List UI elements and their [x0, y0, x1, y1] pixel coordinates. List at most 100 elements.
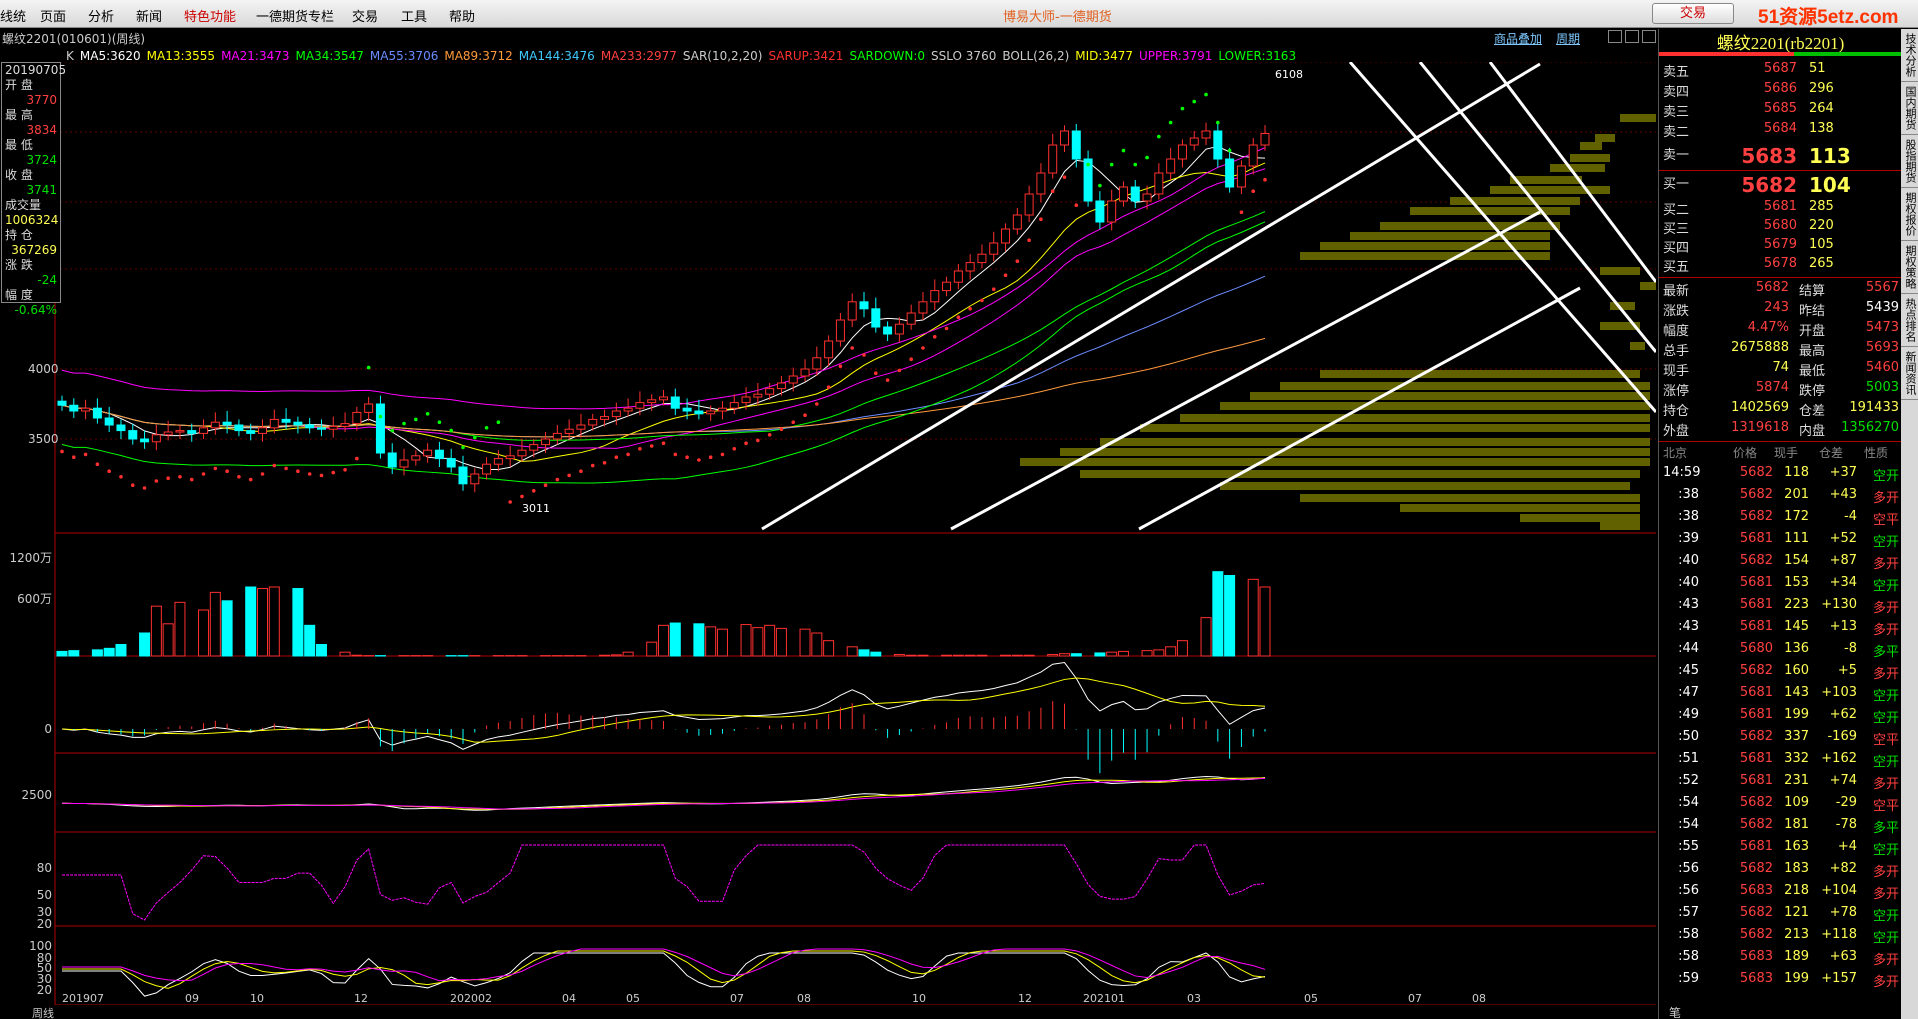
tick-row: :56 5683 218 +104 多开: [1659, 883, 1902, 905]
tick-time: :55: [1678, 839, 1699, 854]
menu-analysis[interactable]: 分析: [88, 6, 114, 25]
sar-dot: [1239, 210, 1244, 214]
menu-column[interactable]: 一德期货专栏: [256, 6, 334, 25]
x-tick-label: 03: [1187, 992, 1201, 1005]
x-tick-label: 05: [1304, 992, 1318, 1005]
bid-row: 买五 5678 265: [1659, 256, 1902, 276]
tick-volume: 201: [1784, 487, 1809, 502]
tick-oi-change: +62: [1829, 707, 1857, 722]
minimize-icon[interactable]: [1608, 30, 1622, 43]
bar-info-box: 20190705 开 盘 3770 最 高 3834 最 低 3724 收 盘 3741 成交量…: [1, 62, 66, 317]
tick-time: :58: [1678, 949, 1699, 964]
candle-body: [1036, 172, 1046, 195]
volume-bar: [823, 640, 835, 657]
tick-row: :40 5681 153 +34 空开: [1659, 575, 1902, 597]
stat-value: 5439: [1865, 300, 1899, 315]
candle-body: [163, 431, 173, 436]
tick-nature: 多平: [1872, 821, 1899, 836]
volume-bar: [209, 591, 221, 657]
sar-dot: [885, 378, 890, 383]
tick-volume: 163: [1784, 839, 1809, 854]
tick-row: :51 5681 332 +162 空开: [1659, 751, 1902, 773]
bid-volume: 220: [1809, 218, 1834, 233]
tick-time: 14:59: [1663, 465, 1701, 480]
candle-body: [706, 410, 716, 415]
tick-oi-change: +162: [1821, 751, 1857, 766]
tick-nature: 空开: [1872, 931, 1899, 946]
bid-price: 5679: [1763, 237, 1797, 252]
trade-button[interactable]: 交易: [1652, 3, 1734, 24]
sar-dot: [1003, 273, 1008, 277]
candle-body: [977, 253, 987, 264]
side-tab[interactable]: 期权策略: [1901, 241, 1918, 294]
menu-help[interactable]: 帮助: [449, 6, 475, 25]
tick-price: 5683: [1739, 949, 1773, 964]
ask-label: 卖三: [1663, 105, 1690, 120]
side-tab[interactable]: 热点排名: [1901, 294, 1918, 347]
menu-tools[interactable]: 工具: [401, 6, 427, 25]
side-tab[interactable]: 期权报价: [1901, 188, 1918, 241]
sar-dot: [1121, 148, 1126, 153]
sar-dot: [1168, 120, 1173, 125]
window-buttons: [1608, 30, 1659, 46]
tick-nature: 多开: [1872, 975, 1899, 990]
volume-profile-bar: [1300, 252, 1550, 260]
candle-body: [470, 473, 480, 485]
candle-body: [1189, 137, 1199, 146]
stat-value: 5682: [1755, 280, 1789, 295]
tick-volume: 153: [1784, 575, 1809, 590]
info-label: 开 盘: [5, 78, 33, 92]
candle-body: [611, 410, 621, 418]
close-icon[interactable]: [1642, 30, 1656, 43]
sar-dot: [237, 475, 241, 479]
tick-row: :59 5683 199 +157 多开: [1659, 971, 1902, 993]
side-tab[interactable]: 股指期货: [1901, 135, 1918, 188]
menu-page[interactable]: 页面: [40, 6, 66, 25]
sar-dot: [189, 477, 194, 482]
side-tab[interactable]: 新闻资讯: [1901, 347, 1918, 400]
candle-body: [529, 444, 539, 451]
candle-body: [682, 407, 692, 412]
sar-dot: [921, 346, 925, 350]
sar-dot: [213, 466, 218, 471]
tick-oi-change: +43: [1829, 487, 1857, 502]
candle-body: [210, 421, 220, 429]
candle-body: [505, 455, 515, 460]
candle-body: [1060, 130, 1069, 146]
menu-news[interactable]: 新闻: [136, 6, 162, 25]
tick-oi-change: +82: [1829, 861, 1857, 876]
sar-dot: [661, 441, 666, 446]
kline-chart[interactable]: 4000350061083011VOL(5,10)VOLUME:1006324.…: [0, 62, 1656, 1005]
sar-dot: [355, 456, 359, 461]
axis-tick-label: 80: [37, 861, 52, 875]
low-annotation: 3011: [522, 502, 550, 515]
overlay-link[interactable]: 商品叠加: [1494, 32, 1542, 46]
volume-bar: [917, 654, 929, 657]
sar-dot: [60, 449, 64, 454]
bid-volume: 104: [1809, 173, 1851, 197]
volume-bar: [964, 654, 976, 657]
side-tab[interactable]: 国内期货: [1901, 82, 1918, 135]
sar-dot: [850, 346, 855, 350]
ma-line: [61, 275, 1266, 438]
info-value: -0.64%: [14, 303, 57, 317]
period-link[interactable]: 周期: [1556, 32, 1580, 46]
menu-features[interactable]: 特色功能: [184, 6, 236, 25]
sar-dot: [520, 494, 524, 499]
sar-dot: [1050, 189, 1055, 193]
volume-profile-bar: [1630, 342, 1645, 350]
candle-body: [340, 423, 350, 427]
candle-body: [788, 375, 798, 384]
volume-profile-bar: [1600, 267, 1640, 275]
menu-system[interactable]: 线统: [0, 6, 26, 25]
volume-bar: [1070, 653, 1082, 657]
restore-icon[interactable]: [1625, 30, 1639, 43]
sar-dot: [638, 447, 642, 451]
tick-header-cell: 现手: [1774, 446, 1799, 460]
candle-body: [387, 452, 397, 468]
candle-body: [776, 382, 786, 390]
candle-body: [423, 449, 433, 457]
menu-trade[interactable]: 交易: [352, 6, 378, 25]
side-tab[interactable]: 技术分析: [1901, 29, 1918, 82]
candle-body: [600, 416, 610, 420]
